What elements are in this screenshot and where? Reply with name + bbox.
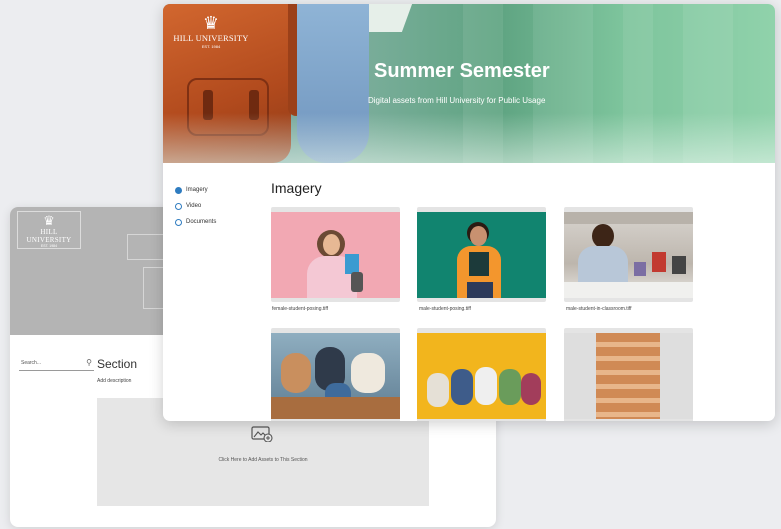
asset-thumbnail[interactable] — [271, 212, 400, 298]
desk — [564, 282, 693, 298]
asset-card[interactable] — [271, 207, 400, 302]
gallery-title: Imagery — [271, 180, 322, 196]
add-image-icon — [251, 426, 273, 442]
search-input[interactable]: Search... ⚲ — [19, 357, 94, 371]
hero-banner: ♛ HILL UNIVERSITY EST. 1984 Summer Semes… — [163, 4, 775, 163]
student — [672, 256, 686, 274]
hero-fade — [163, 113, 775, 163]
asset-card[interactable] — [271, 328, 400, 421]
nav-item-label: Documents — [186, 219, 217, 225]
nav-item-imagery[interactable]: Imagery — [175, 182, 216, 198]
face — [323, 234, 340, 255]
radio-icon[interactable] — [175, 218, 182, 226]
page-title: Summer Semester — [374, 60, 550, 82]
category-nav: Imagery Video Documents — [175, 182, 216, 230]
asset-card[interactable] — [417, 328, 546, 421]
nav-item-label: Imagery — [186, 187, 208, 193]
books — [469, 252, 489, 276]
search-placeholder: Search... — [21, 360, 42, 366]
section-description[interactable]: Add description — [97, 378, 131, 384]
logo-est: EST. 1984 — [40, 244, 58, 248]
logo-est: EST. 1984 — [201, 44, 221, 49]
nav-item-documents[interactable]: Documents — [175, 214, 216, 230]
notebook — [345, 254, 359, 274]
student — [499, 369, 521, 405]
logo-name: HILL UNIVERSITY — [173, 33, 249, 43]
face — [592, 224, 614, 248]
asset-filename: male-student-in-classroom.tiff — [566, 306, 632, 312]
asset-card[interactable] — [564, 207, 693, 302]
asset-thumbnail[interactable] — [417, 212, 546, 298]
asset-thumbnail[interactable] — [564, 212, 693, 298]
search-icon[interactable]: ⚲ — [86, 358, 92, 367]
asset-filename: male-student-posing.tiff — [419, 306, 471, 312]
lecture-seats — [596, 333, 660, 419]
asset-thumbnail[interactable] — [417, 333, 546, 419]
page-subtitle: Digital assets from Hill University for … — [368, 96, 546, 105]
asset-card[interactable] — [417, 207, 546, 302]
student — [521, 373, 541, 405]
student — [451, 369, 473, 405]
add-assets-label: Click Here to Add Assets to This Section — [218, 457, 308, 463]
sofa — [271, 397, 400, 419]
student — [475, 367, 497, 405]
radio-icon[interactable] — [175, 202, 182, 210]
university-logo: ♛ HILL UNIVERSITY EST. 1984 — [17, 211, 81, 249]
shirt — [578, 246, 628, 286]
asset-thumbnail[interactable] — [564, 333, 693, 419]
jeans — [467, 282, 493, 298]
crown-icon: ♛ — [43, 213, 55, 228]
face — [470, 226, 487, 246]
university-logo: ♛ HILL UNIVERSITY EST. 1984 — [171, 14, 251, 49]
student — [634, 262, 646, 276]
ceiling — [564, 212, 693, 224]
asset-filename: female-student-posing.tiff — [272, 306, 329, 312]
student — [652, 252, 666, 272]
asset-thumbnail[interactable] — [271, 333, 400, 419]
nav-item-video[interactable]: Video — [175, 198, 216, 214]
logo-name: HILL UNIVERSITY — [26, 228, 72, 244]
student — [427, 373, 449, 407]
section-title[interactable]: Section — [97, 357, 137, 371]
student — [281, 353, 311, 393]
backpack — [351, 272, 363, 292]
nav-item-label: Video — [186, 203, 202, 209]
asset-portal-window: ♛ HILL UNIVERSITY EST. 1984 Summer Semes… — [163, 4, 775, 421]
radio-selected-icon[interactable] — [175, 186, 182, 194]
asset-card[interactable] — [564, 328, 693, 421]
crown-icon: ♛ — [202, 13, 220, 33]
student — [351, 353, 385, 393]
